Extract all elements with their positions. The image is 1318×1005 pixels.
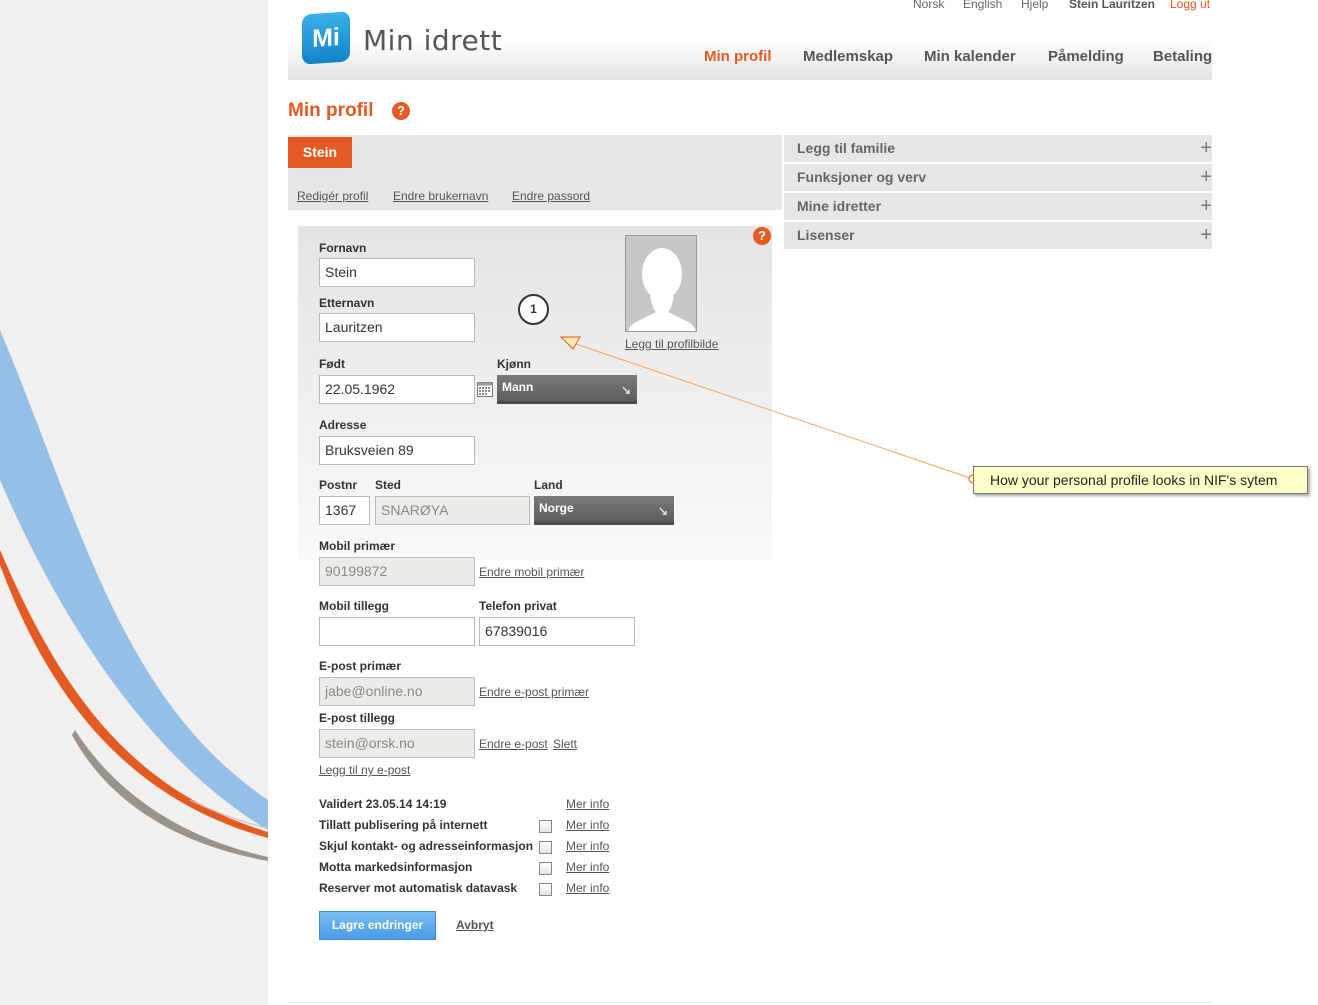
annotation-pointer [559,336,978,484]
annotation-number-badge: 1 [518,294,549,325]
annotation-callout: How your personal profile looks in NIF's… [973,466,1308,494]
footer-divider [288,1002,1212,1003]
